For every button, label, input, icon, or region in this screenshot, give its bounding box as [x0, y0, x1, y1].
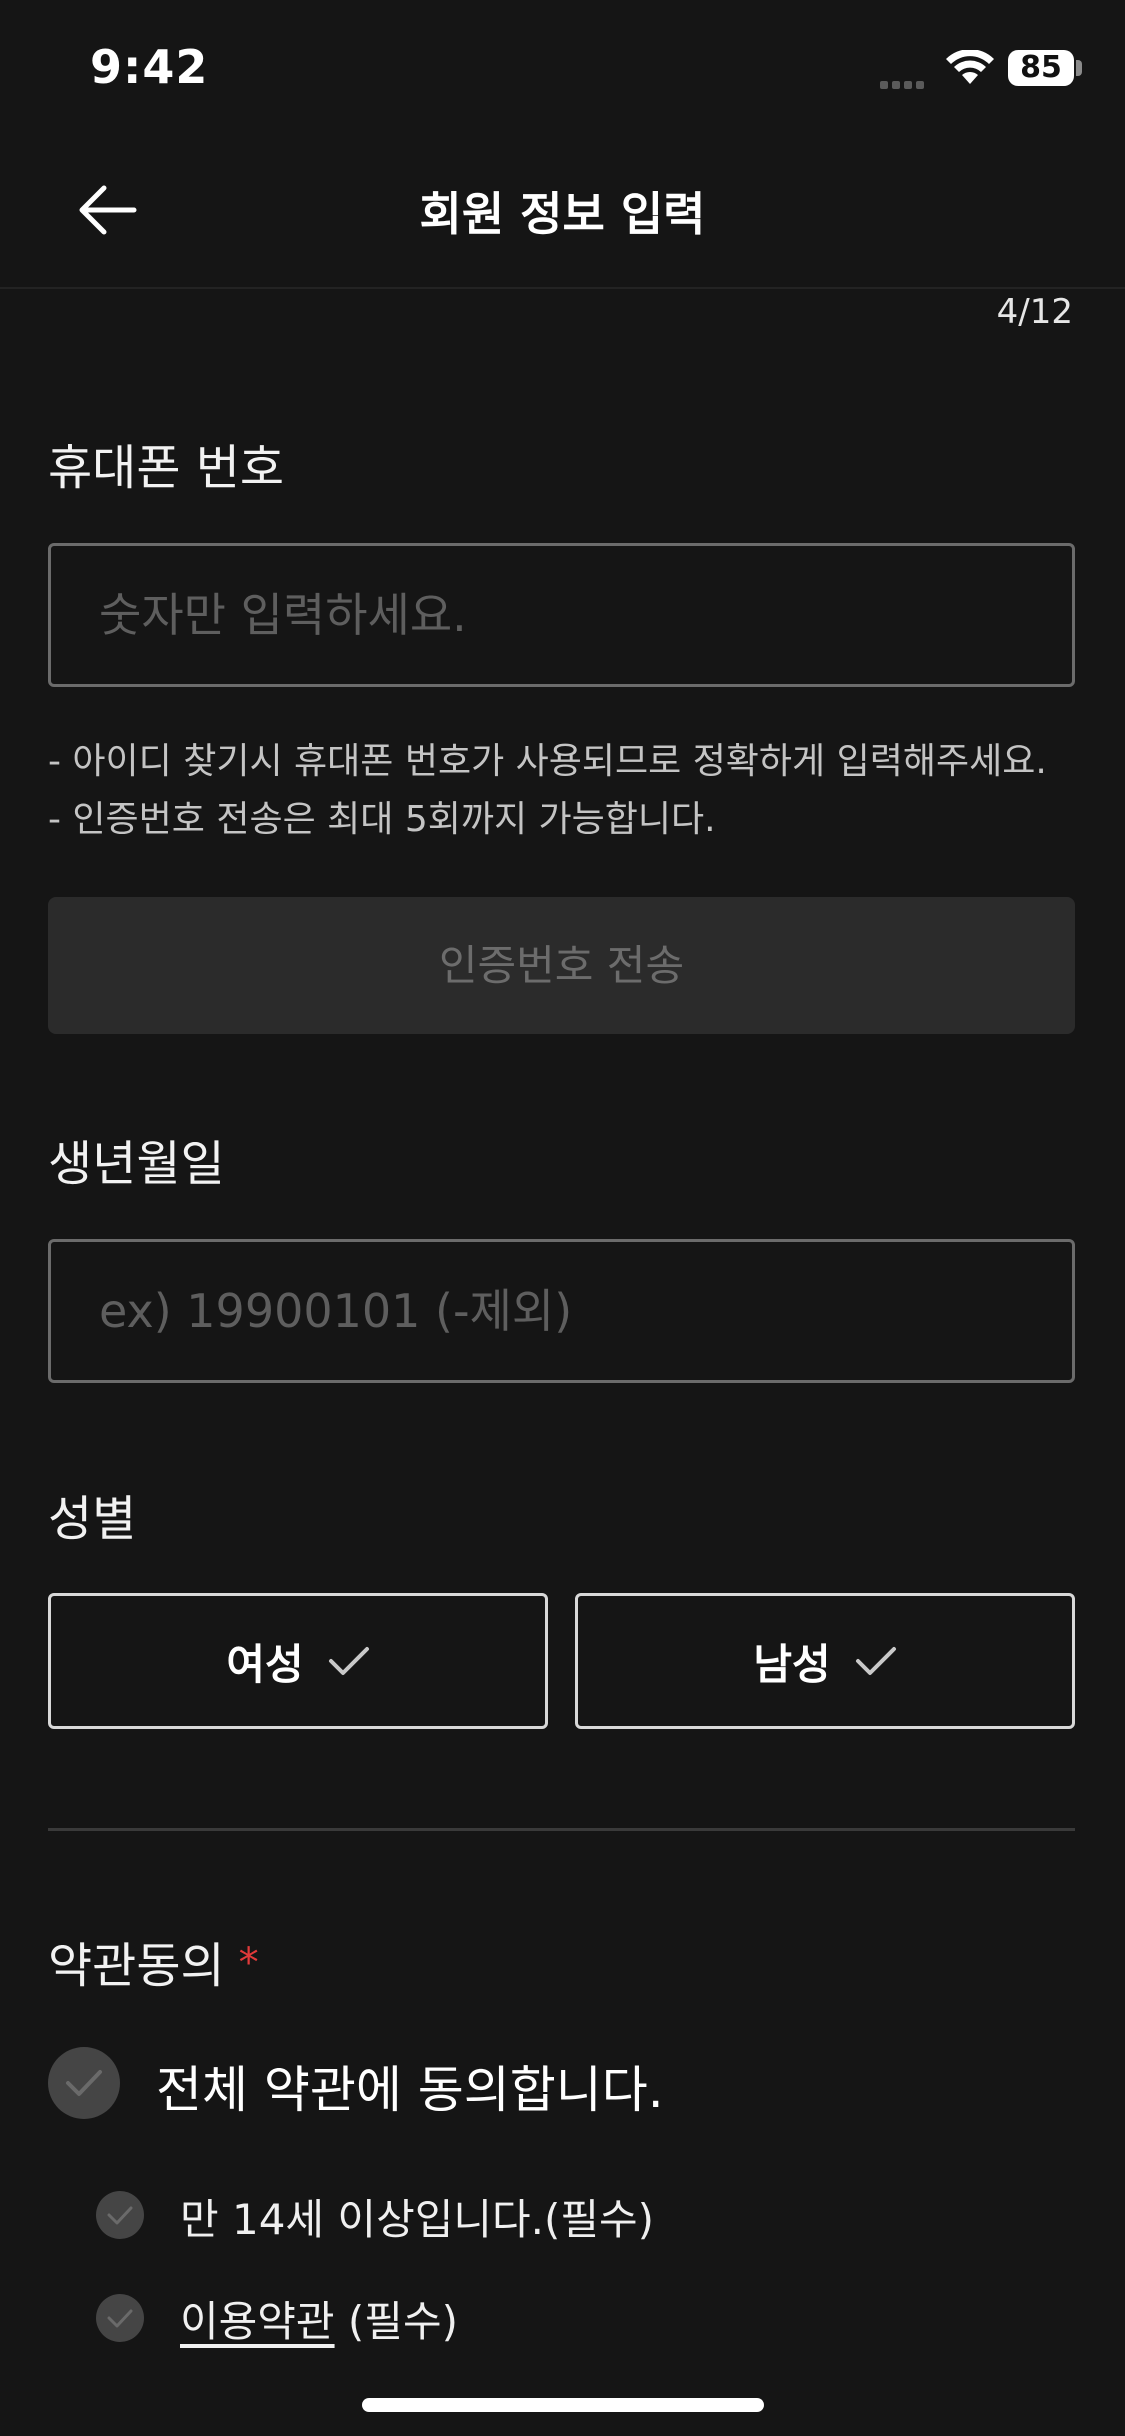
term-service-item: 이용약관 (필수): [180, 2288, 458, 2349]
send-code-button[interactable]: 인증번호 전송: [48, 897, 1075, 1034]
page-title: 회원 정보 입력: [419, 187, 706, 241]
gender-female-button[interactable]: 여성: [48, 1593, 548, 1729]
terms-label: 약관동의 *: [48, 1926, 259, 1996]
status-time: 9:42: [90, 40, 209, 94]
step-indicator: 4/12: [996, 292, 1073, 332]
check-icon: [328, 1647, 369, 1675]
home-indicator: [362, 2398, 764, 2412]
wifi-icon: [946, 49, 994, 90]
all-agree-checkbox[interactable]: [48, 2047, 120, 2119]
terms-label-text: 약관동의: [48, 1938, 225, 1994]
term-service-checkbox[interactable]: [96, 2294, 144, 2342]
birth-input-box[interactable]: [48, 1239, 1075, 1383]
check-icon: [66, 2070, 102, 2096]
check-icon: [855, 1647, 896, 1675]
cellular-signal-icon: [880, 74, 936, 89]
phone-help-2: - 인증번호 전송은 최대 5회까지 가능합니다.: [48, 799, 716, 840]
term-service-suffix: (필수): [334, 2297, 458, 2346]
term-age-label: 만 14세 이상입니다.(필수): [180, 2195, 655, 2244]
check-icon: [107, 2206, 133, 2225]
birth-label: 생년월일: [48, 1136, 225, 1192]
header-divider: [0, 287, 1125, 289]
phone-label: 휴대폰 번호: [48, 440, 285, 496]
phone-input[interactable]: [51, 546, 1072, 684]
terms-of-service-link[interactable]: 이용약관: [180, 2297, 335, 2346]
section-divider: [48, 1828, 1075, 1831]
battery-tip: [1076, 60, 1082, 76]
gender-label: 성별: [48, 1491, 137, 1547]
required-mark: *: [238, 1940, 259, 1986]
gender-female-label: 여성: [226, 1639, 304, 1689]
birth-input[interactable]: [51, 1242, 1072, 1380]
battery-icon: 85: [1008, 50, 1074, 86]
term-age-checkbox[interactable]: [96, 2191, 144, 2239]
phone-help-1: - 아이디 찾기시 휴대폰 번호가 사용되므로 정확하게 입력해주세요.: [48, 741, 1047, 782]
all-agree-label[interactable]: 전체 약관에 동의합니다.: [156, 2050, 664, 2122]
gender-male-label: 남성: [753, 1639, 831, 1689]
gender-male-button[interactable]: 남성: [575, 1593, 1075, 1729]
phone-input-box[interactable]: [48, 543, 1075, 687]
check-icon: [107, 2309, 133, 2328]
